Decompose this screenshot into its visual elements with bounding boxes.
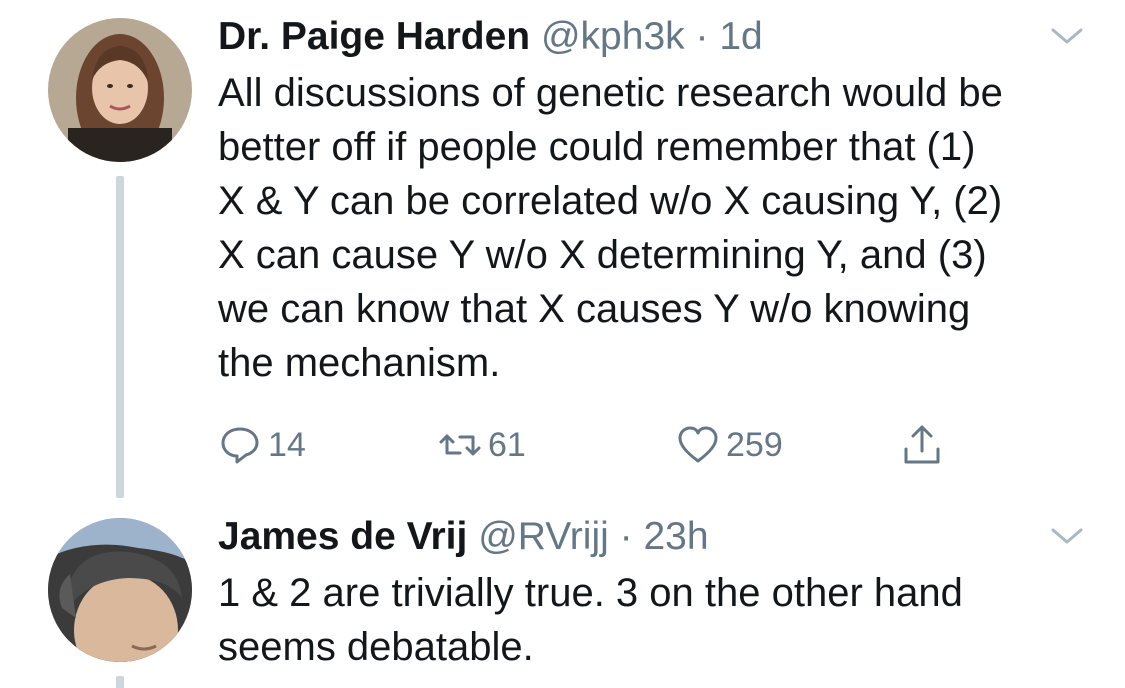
tweet-content: Dr. Paige Harden @kph3k · 1d All discuss… xyxy=(218,14,1085,390)
author-name[interactable]: James de Vrij xyxy=(218,515,467,558)
tweet-time[interactable]: 23h xyxy=(643,515,708,558)
avatar-image xyxy=(48,18,192,162)
avatar-paige-harden[interactable] xyxy=(48,18,192,162)
meta-separator: · xyxy=(695,15,709,58)
reply-count: 14 xyxy=(268,425,306,464)
reply-button[interactable]: 14 xyxy=(218,422,306,468)
retweet-icon xyxy=(439,434,481,456)
avatar-james-de-vrij[interactable] xyxy=(48,518,192,662)
author-handle[interactable]: @kph3k xyxy=(541,15,685,58)
meta-separator: · xyxy=(619,515,633,558)
thread-line-bottom xyxy=(116,676,124,688)
chevron-down-icon[interactable] xyxy=(1049,24,1085,48)
share-icon xyxy=(904,425,940,464)
tweet-actions: 14 61 259 xyxy=(218,422,978,468)
share-button[interactable] xyxy=(900,422,944,468)
tweet-text: All discussions of genetic research woul… xyxy=(218,71,1003,385)
tweet-thread: Dr. Paige Harden @kph3k · 1d All discuss… xyxy=(0,0,1125,688)
author-name[interactable]: Dr. Paige Harden xyxy=(218,15,530,58)
tweet-2[interactable]: James de Vrij @RVrijj · 23h 1 & 2 are tr… xyxy=(0,500,1125,688)
avatar-image xyxy=(48,518,192,662)
like-count: 259 xyxy=(726,425,783,464)
reply-icon xyxy=(221,427,259,464)
chevron-down-icon[interactable] xyxy=(1049,524,1085,548)
tweet-time[interactable]: 1d xyxy=(719,15,762,58)
heart-icon xyxy=(678,426,718,463)
tweet-header: Dr. Paige Harden @kph3k · 1d xyxy=(218,14,1085,60)
tweet-text: 1 & 2 are trivially true. 3 on the other… xyxy=(218,571,963,669)
tweet-header: James de Vrij @RVrijj · 23h xyxy=(218,514,1085,560)
tweet-content: James de Vrij @RVrijj · 23h 1 & 2 are tr… xyxy=(218,514,1085,674)
thread-line xyxy=(116,176,124,498)
retweet-button[interactable]: 61 xyxy=(438,422,526,468)
retweet-count: 61 xyxy=(488,425,526,464)
author-handle[interactable]: @RVrijj xyxy=(478,515,609,558)
tweet-1[interactable]: Dr. Paige Harden @kph3k · 1d All discuss… xyxy=(0,0,1125,500)
like-button[interactable]: 259 xyxy=(676,422,783,468)
